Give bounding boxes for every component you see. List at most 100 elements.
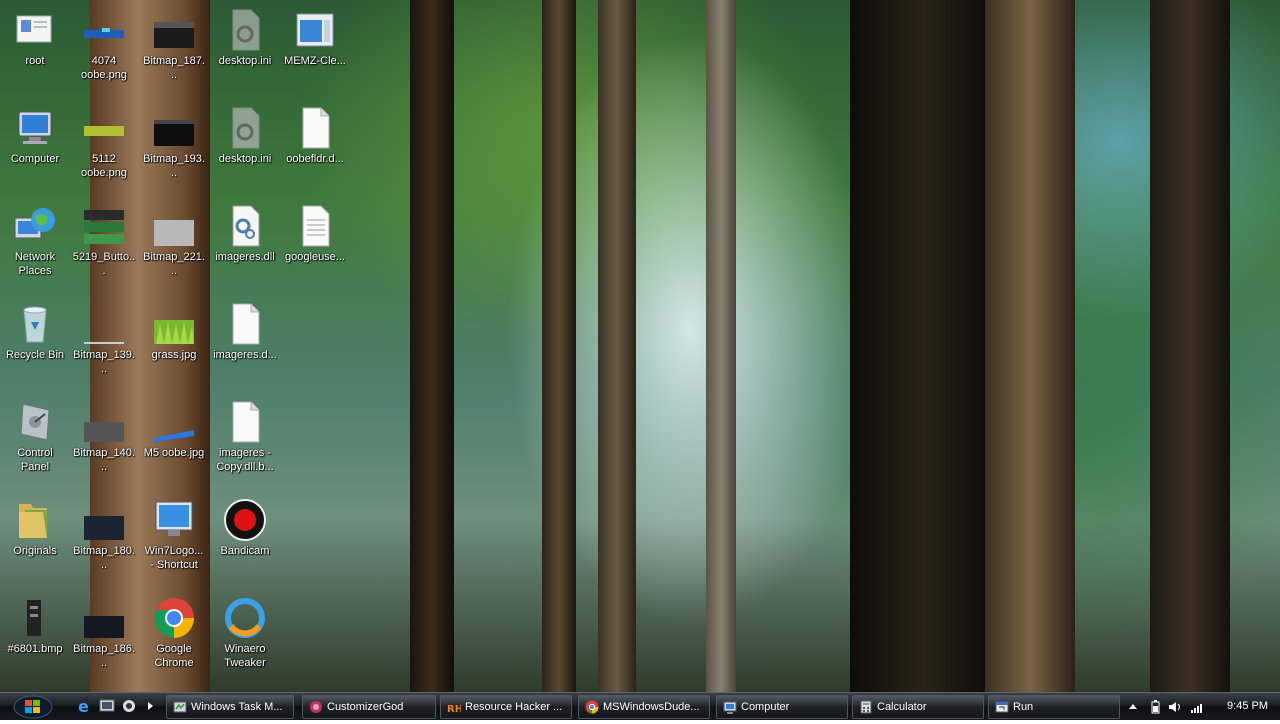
icon-label: root	[25, 55, 45, 67]
desktop-icon-bitmap-186[interactable]: Bitmap_186...	[71, 588, 137, 684]
resource-hacker-icon: RH	[447, 704, 461, 714]
bitmap-file-icon	[152, 8, 196, 52]
desktop-icon-network[interactable]: Network Places	[2, 196, 68, 292]
monitor-shortcut-icon	[152, 498, 196, 542]
icon-label: Network Places	[14, 251, 56, 277]
desktop-icon-root[interactable]: root	[2, 0, 68, 96]
taskbar-button-chrome[interactable]: MSWindowsDude...	[578, 695, 710, 719]
desktop-icon-originals[interactable]: Originals	[2, 490, 68, 586]
icon-label: 5219_Butto...	[72, 251, 136, 277]
dll-file-icon	[223, 204, 267, 248]
bitmap-file-icon	[82, 596, 126, 640]
desktop-icon-bitmap-140[interactable]: Bitmap_140...	[71, 392, 137, 488]
desktop-icon-win7logo-shortcut[interactable]: Win7Logo... - Shortcut	[141, 490, 207, 586]
taskbar-button-calculator[interactable]: Calculator	[852, 695, 984, 719]
icon-label: imageres.dll	[215, 251, 275, 263]
desktop-icon-bitmap-193[interactable]: Bitmap_193...	[141, 98, 207, 194]
svg-text:e: e	[78, 697, 89, 715]
signal-strength-icon[interactable]	[1190, 700, 1204, 714]
quicklaunch-media[interactable]	[120, 697, 138, 715]
clock[interactable]: 9:45 PM	[1227, 693, 1268, 720]
bandicam-icon	[223, 498, 267, 542]
app-window-icon	[293, 8, 337, 52]
icon-label: googleuse...	[285, 251, 345, 263]
desktop-icon-winaero-tweaker[interactable]: Winaero Tweaker	[212, 588, 278, 684]
desktop-icon-computer[interactable]: Computer	[2, 98, 68, 194]
control-panel-icon	[13, 400, 57, 444]
grass-image-icon	[152, 302, 196, 346]
quicklaunch-overflow[interactable]	[142, 697, 160, 715]
settings-file-icon	[223, 106, 267, 150]
battery-icon[interactable]	[1148, 700, 1162, 714]
recycle-bin-icon	[13, 302, 57, 346]
icon-label: Bitmap_221...	[143, 251, 205, 277]
blank-file-icon	[223, 302, 267, 346]
quicklaunch-ie[interactable]: e	[76, 697, 94, 716]
desktop-icon-6801-bmp[interactable]: #6801.bmp	[2, 588, 68, 684]
icon-label: oobefldr.d...	[286, 153, 344, 165]
taskbar-button-computer[interactable]: Computer	[716, 695, 848, 719]
icon-label: Bitmap_180...	[73, 545, 135, 571]
winaero-icon	[223, 596, 267, 640]
quicklaunch-show-desktop[interactable]	[98, 697, 116, 715]
icon-label: 4074 oobe.png	[81, 55, 127, 81]
taskbar-button-run[interactable]: Run	[988, 695, 1120, 719]
tray-expand-icon[interactable]	[1126, 700, 1140, 714]
desktop-icon-memz-cleaner[interactable]: MEMZ-Cle...	[282, 0, 348, 96]
desktop-icon-imageres-dll[interactable]: imageres.dll	[212, 196, 278, 292]
desktop-icon-bitmap-187[interactable]: Bitmap_187...	[141, 0, 207, 96]
image-file-icon	[82, 106, 126, 150]
icon-label: Bandicam	[220, 545, 270, 557]
image-file-icon	[82, 8, 126, 52]
desktop-icon-googleuse[interactable]: googleuse...	[282, 196, 348, 292]
svg-text:RH: RH	[447, 704, 461, 714]
taskbar-button-customizergod[interactable]: CustomizerGod	[302, 695, 436, 719]
settings-file-icon	[223, 8, 267, 52]
desktop-icon-5219-buttons[interactable]: 5219_Butto...	[71, 196, 137, 292]
icon-label: #6801.bmp	[7, 643, 63, 655]
desktop-icon-imageres-d[interactable]: imageres.d...	[212, 294, 278, 390]
desktop-icon-imageres-copy[interactable]: imageres - Copy.dll.b...	[212, 392, 278, 488]
desktop-icon-4074-oobe[interactable]: 4074 oobe.png	[71, 0, 137, 96]
desktop-icon-bandicam[interactable]: Bandicam	[212, 490, 278, 586]
icon-label: desktop.ini	[218, 153, 272, 165]
notification-area: 9:45 PM	[1118, 693, 1280, 720]
desktop-icon-desktop-ini-2[interactable]: desktop.ini	[212, 98, 278, 194]
text-file-icon	[293, 204, 337, 248]
taskbar-button-resource-hacker[interactable]: RH Resource Hacker ...	[440, 695, 572, 719]
desktop-icon-bitmap-139[interactable]: Bitmap_139...	[71, 294, 137, 390]
task-manager-icon	[173, 701, 187, 713]
icon-label: Google Chrome	[154, 643, 194, 669]
show-desktop-icon	[99, 699, 115, 712]
taskbar-button-label: Computer	[741, 701, 790, 713]
icon-label: Bitmap_187...	[143, 55, 205, 81]
icon-label: Bitmap_140...	[73, 447, 135, 473]
desktop-icon-google-chrome[interactable]: Google Chrome	[141, 588, 207, 684]
desktop-icon-bitmap-221[interactable]: Bitmap_221...	[141, 196, 207, 292]
bitmap-file-icon	[152, 204, 196, 248]
bitmap-file-icon	[82, 400, 126, 444]
desktop-icon-bitmap-180[interactable]: Bitmap_180...	[71, 490, 137, 586]
bitmap-file-icon	[13, 596, 57, 640]
desktop-icon-recycle-bin[interactable]: Recycle Bin	[2, 294, 68, 390]
image-file-icon	[152, 400, 196, 444]
desktop-icon-5112-oobe[interactable]: 5112 oobe.png	[71, 98, 137, 194]
desktop-icon-control-panel[interactable]: Control Panel	[2, 392, 68, 488]
taskbar-button-label: Calculator	[877, 701, 927, 713]
desktop-icon-m5-oobe[interactable]: M5 oobe.jpg	[141, 392, 207, 488]
bitmap-file-icon	[82, 302, 126, 346]
taskbar-button-label: CustomizerGod	[327, 701, 404, 713]
desktop-icon-desktop-ini-1[interactable]: desktop.ini	[212, 0, 278, 96]
computer-icon	[723, 701, 737, 714]
desktop-icon-oobefldr[interactable]: oobefldr.d...	[282, 98, 348, 194]
bitmap-file-icon	[82, 498, 126, 542]
desktop-icon-grass[interactable]: grass.jpg	[141, 294, 207, 390]
media-player-icon	[123, 700, 135, 712]
windows-logo-icon	[13, 695, 53, 719]
icon-label: Winaero Tweaker	[224, 643, 266, 669]
taskbar-button-label: MSWindowsDude...	[603, 701, 700, 713]
volume-icon[interactable]	[1168, 700, 1182, 714]
chrome-icon	[152, 596, 196, 640]
start-button[interactable]	[12, 694, 54, 719]
taskbar-button-task-manager[interactable]: Windows Task M...	[166, 695, 294, 719]
